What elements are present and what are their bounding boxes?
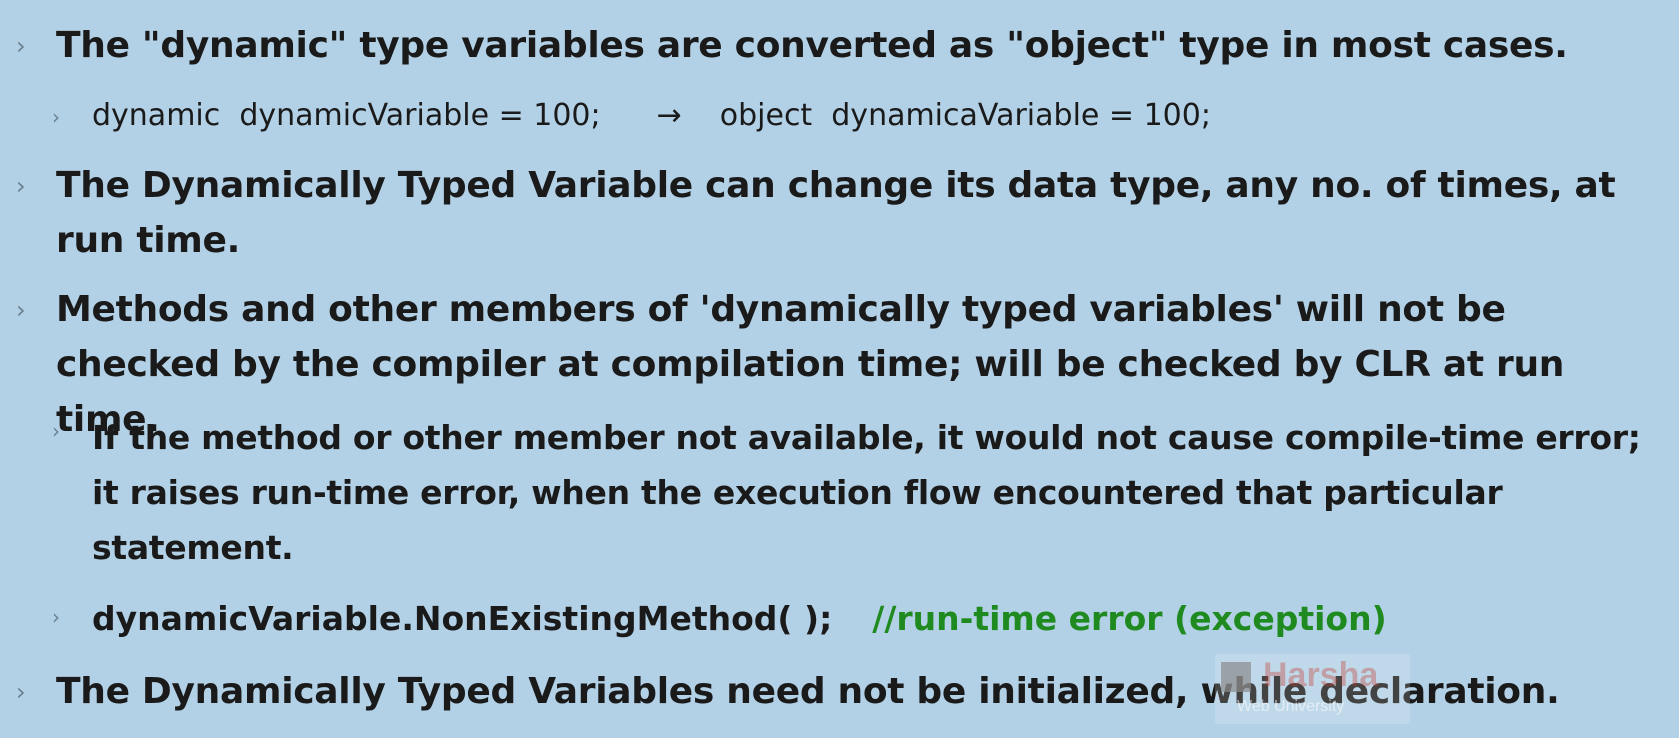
bullet-3-sub-2-code: dynamicVariable.NonExistingMethod( ); //r… [92, 596, 1387, 641]
watermark-title: Harsha [1263, 656, 1379, 694]
bullet-1-text: The "dynamic" type variables are convert… [56, 25, 1568, 66]
watermark-logo-icon [1221, 662, 1251, 692]
code-dynamic-declaration: dynamic dynamicVariable = 100; [92, 98, 601, 133]
bullet-chevron-icon: › [52, 105, 60, 129]
slide: › The "dynamic" type variables are conve… [0, 0, 1679, 738]
bullet-chevron-icon: › [16, 678, 26, 706]
watermark-subtitle: Web University [1237, 698, 1345, 715]
bullet-2-text: The Dynamically Typed Variable can chang… [56, 165, 1616, 261]
code-object-declaration: object dynamicaVariable = 100; [719, 98, 1211, 133]
right-arrow-icon: → [656, 98, 682, 133]
bullet-3-sub-1: › If the method or other member not avai… [52, 410, 1642, 575]
bullet-1-sub: › dynamic dynamicVariable = 100; → object … [52, 96, 1652, 136]
bullet-2: › The Dynamically Typed Variable can cha… [16, 158, 1656, 268]
bullet-chevron-icon: › [16, 32, 26, 60]
bullet-chevron-icon: › [16, 296, 26, 324]
code-comment: //run-time error (exception) [872, 599, 1387, 638]
bullet-1-code: dynamic dynamicVariable = 100; → object dy… [92, 96, 1211, 136]
bullet-3-sub-1-text: If the method or other member not availa… [92, 418, 1641, 567]
watermark: Harsha Web University [1215, 654, 1410, 724]
bullet-chevron-icon: › [16, 172, 26, 200]
bullet-chevron-icon: › [52, 605, 60, 629]
code-method-call: dynamicVariable.NonExistingMethod( ); [92, 599, 833, 638]
bullet-1: › The "dynamic" type variables are conve… [16, 18, 1656, 73]
bullet-chevron-icon: › [52, 419, 60, 443]
bullet-4: › The Dynamically Typed Variables need n… [16, 664, 1656, 719]
bullet-3-sub-2: › dynamicVariable.NonExistingMethod( ); /… [52, 596, 1642, 641]
